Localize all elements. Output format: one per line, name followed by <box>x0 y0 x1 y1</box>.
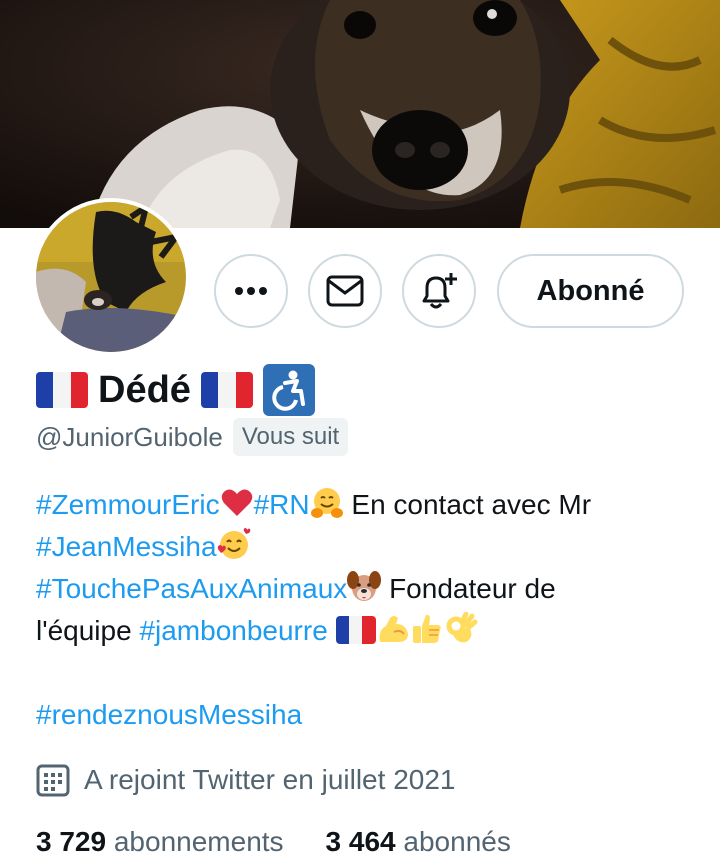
follow-stats: 3 729 abonnements 3 464 abonnés <box>36 826 511 858</box>
hashtag-link[interactable]: #JeanMessiha <box>36 531 217 562</box>
more-icon <box>235 287 267 295</box>
hugging-face-icon <box>310 488 343 518</box>
message-button[interactable] <box>308 254 382 328</box>
profile-bio: #ZemmourEric #RN En contact avec Mr #Jean… <box>36 484 696 736</box>
smiling-face-with-hearts-icon <box>217 528 250 559</box>
french-flag-icon <box>200 372 253 408</box>
follows-you-badge: Vous suit <box>232 418 349 456</box>
french-flag-icon <box>335 616 376 644</box>
profile-avatar[interactable] <box>32 198 190 356</box>
french-flag-icon <box>36 372 88 408</box>
profile-name-row: Dédé <box>36 364 315 416</box>
profile-name: Dédé <box>98 368 191 411</box>
hashtag-link[interactable]: #RN <box>254 489 310 520</box>
banner-image <box>0 0 720 228</box>
hashtag-link[interactable]: #TouchePasAuxAnimaux <box>36 573 347 604</box>
flexed-biceps-icon <box>379 616 408 642</box>
followers-count: 3 464 <box>325 826 396 857</box>
hashtag-link[interactable]: #ZemmourEric <box>36 489 220 520</box>
avatar-image <box>36 202 186 352</box>
red-heart-icon <box>221 489 252 516</box>
bio-text: l'équipe <box>36 615 140 646</box>
profile-handle-row: @JuniorGuibole Vous suit <box>36 416 349 458</box>
bio-text: Fondateur de <box>381 573 556 604</box>
mail-icon <box>326 275 364 307</box>
profile-banner[interactable] <box>0 0 720 228</box>
more-options-button[interactable] <box>214 254 288 328</box>
thumbs-up-icon <box>412 614 441 643</box>
followers-link[interactable]: 3 464 abonnés <box>326 826 511 858</box>
bell-plus-icon <box>422 273 457 309</box>
following-link[interactable]: 3 729 abonnements <box>36 826 284 858</box>
join-date-text: A rejoint Twitter en juillet 2021 <box>84 764 456 795</box>
following-button[interactable]: Abonné <box>497 254 684 328</box>
bio-text: En contact avec Mr <box>343 489 592 520</box>
following-count: 3 729 <box>36 826 107 857</box>
calendar-icon <box>36 764 70 797</box>
notifications-button[interactable] <box>402 254 476 328</box>
wheelchair-icon <box>262 364 315 416</box>
followers-label: abonnés <box>403 826 511 857</box>
following-label: abonnements <box>113 826 284 857</box>
ok-hand-icon <box>446 612 478 643</box>
dog-face-icon <box>347 571 382 601</box>
join-date: A rejoint Twitter en juillet 2021 <box>36 760 455 800</box>
hashtag-link[interactable]: #jambonbeurre <box>139 615 327 646</box>
profile-handle: @JuniorGuibole <box>36 421 223 452</box>
hashtag-link[interactable]: #rendeznousMessiha <box>36 699 302 730</box>
